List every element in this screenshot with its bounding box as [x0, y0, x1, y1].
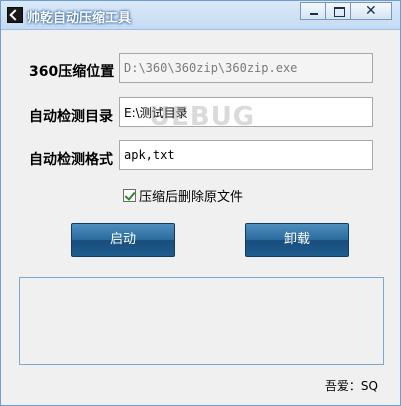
app-window: 帅乾自动压缩工具 ✕ 360压缩位置 自动检测目录 自动检测格式 UEBUG 压… — [0, 0, 401, 406]
close-button[interactable]: ✕ — [350, 2, 392, 20]
start-button[interactable]: 启动 — [71, 223, 175, 257]
maximize-icon — [334, 7, 345, 17]
app-icon — [7, 7, 23, 23]
watch-format-input[interactable] — [119, 140, 373, 170]
delete-original-label: 压缩后删除原文件 — [139, 190, 244, 205]
minimize-button[interactable] — [300, 2, 326, 20]
author-credit: 吾爱：SQ — [324, 379, 378, 393]
delete-original-option[interactable]: 压缩后删除原文件 — [123, 186, 243, 205]
zip-path-input[interactable] — [119, 53, 373, 83]
minimize-icon — [310, 13, 318, 15]
uninstall-button[interactable]: 卸载 — [245, 223, 349, 257]
watch-dir-label: 自动检测目录 — [29, 109, 113, 125]
maximize-button[interactable] — [325, 2, 351, 20]
window-controls: ✕ — [300, 2, 392, 20]
watch-format-label: 自动检测格式 — [29, 152, 113, 168]
log-output[interactable] — [19, 277, 384, 365]
checkmark-icon[interactable] — [123, 189, 136, 202]
zip-path-label: 360压缩位置 — [29, 64, 115, 80]
close-icon: ✕ — [365, 3, 377, 19]
title-bar[interactable]: 帅乾自动压缩工具 ✕ — [1, 1, 400, 30]
watch-dir-input[interactable] — [119, 97, 373, 127]
window-title: 帅乾自动压缩工具 — [27, 11, 132, 26]
